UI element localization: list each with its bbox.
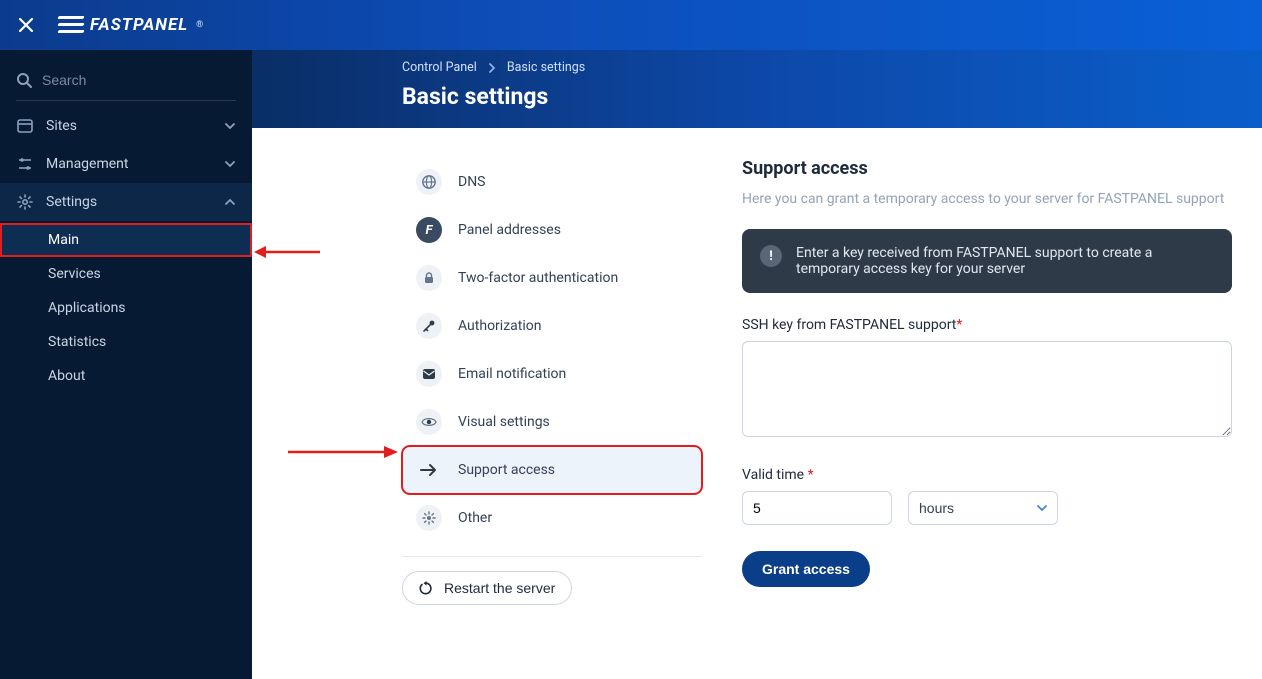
sidebar-item-label: Management: [46, 156, 128, 172]
search-row: [0, 64, 252, 100]
required-mark: *: [808, 467, 814, 483]
info-icon: !: [760, 245, 782, 267]
valid-time-label-text: Valid time: [742, 467, 804, 483]
breadcrumb: Control Panel Basic settings: [402, 60, 1262, 75]
sliders-icon: [16, 155, 34, 173]
tab-label: DNS: [458, 174, 486, 190]
section-title: Support access: [742, 158, 1232, 179]
ssh-key-label: SSH key from FASTPANEL support*: [742, 317, 1232, 333]
sidebar: Sites Management Settings: [0, 50, 252, 679]
tab-other[interactable]: Other: [402, 494, 702, 542]
restart-label: Restart the server: [444, 580, 555, 596]
tab-dns[interactable]: DNS: [402, 158, 702, 206]
subitem-statistics[interactable]: Statistics: [0, 325, 252, 359]
sites-icon: [16, 117, 34, 135]
lock-icon: [416, 265, 442, 291]
restart-server-button[interactable]: Restart the server: [402, 571, 572, 605]
tab-label: Visual settings: [458, 414, 550, 430]
sidebar-item-label: Sites: [46, 118, 77, 134]
tab-visual-settings[interactable]: Visual settings: [402, 398, 702, 446]
tab-authorization[interactable]: Authorization: [402, 302, 702, 350]
eye-icon: [416, 409, 442, 435]
gear-icon: [16, 193, 34, 211]
valid-time-input[interactable]: [742, 491, 892, 525]
support-access-panel: Support access Here you can grant a temp…: [742, 158, 1232, 659]
info-text: Enter a key received from FASTPANEL supp…: [796, 245, 1214, 277]
subitem-about[interactable]: About: [0, 359, 252, 393]
tab-label: Other: [458, 510, 492, 526]
chevron-right-icon: [487, 63, 497, 73]
search-input[interactable]: [42, 72, 236, 88]
tabs-divider: [402, 556, 702, 557]
valid-time-unit-select[interactable]: hours: [908, 491, 1058, 525]
settings-tabs: DNS F Panel addresses Two-factor authent…: [402, 158, 702, 659]
chevron-down-icon: [224, 158, 236, 170]
search-icon: [16, 72, 32, 88]
valid-time-label: Valid time *: [742, 467, 892, 483]
mail-icon: [416, 361, 442, 387]
tab-label: Authorization: [458, 318, 541, 334]
chevron-up-icon: [224, 196, 236, 208]
breadcrumb-current: Basic settings: [507, 60, 585, 75]
logo-bars-icon: [58, 16, 84, 34]
key-icon: [416, 313, 442, 339]
close-icon: [18, 17, 34, 33]
page-title: Basic settings: [402, 83, 1262, 110]
content: Control Panel Basic settings Basic setti…: [252, 50, 1262, 679]
tab-label: Email notification: [458, 366, 566, 382]
tab-support-access[interactable]: Support access: [402, 446, 702, 494]
required-mark: *: [956, 317, 962, 333]
top-bar: FASTPANEL ®: [0, 0, 1262, 50]
tab-email-notification[interactable]: Email notification: [402, 350, 702, 398]
ssh-key-input[interactable]: [742, 341, 1232, 437]
subitem-services[interactable]: Services: [0, 257, 252, 291]
brand-logo: FASTPANEL ®: [58, 15, 204, 35]
section-description: Here you can grant a temporary access to…: [742, 191, 1232, 207]
sidebar-item-management[interactable]: Management: [0, 145, 252, 183]
tab-two-factor[interactable]: Two-factor authentication: [402, 254, 702, 302]
search-divider: [16, 100, 236, 101]
panel-icon: F: [416, 217, 442, 243]
sidebar-item-sites[interactable]: Sites: [0, 107, 252, 145]
settings-subitems: Main Services Applications Statistics Ab…: [0, 221, 252, 395]
sidebar-item-settings[interactable]: Settings: [0, 183, 252, 221]
grant-access-button[interactable]: Grant access: [742, 551, 870, 587]
globe-icon: [416, 169, 442, 195]
ssh-key-label-text: SSH key from FASTPANEL support: [742, 317, 956, 333]
tab-panel-addresses[interactable]: F Panel addresses: [402, 206, 702, 254]
close-button[interactable]: [12, 11, 40, 39]
subitem-main[interactable]: Main: [0, 223, 252, 257]
header-band: Control Panel Basic settings Basic setti…: [252, 50, 1262, 128]
arrow-right-icon: [416, 457, 442, 483]
info-box: ! Enter a key received from FASTPANEL su…: [742, 229, 1232, 293]
chevron-down-icon: [224, 120, 236, 132]
brand-name: FASTPANEL: [90, 15, 188, 35]
gear-icon: [416, 505, 442, 531]
registered-mark: ®: [196, 20, 204, 30]
tab-label: Panel addresses: [458, 222, 561, 238]
tab-label: Support access: [458, 462, 555, 478]
sidebar-item-label: Settings: [46, 194, 97, 210]
subitem-applications[interactable]: Applications: [0, 291, 252, 325]
breadcrumb-root[interactable]: Control Panel: [402, 60, 477, 75]
restart-icon: [419, 581, 434, 596]
tab-label: Two-factor authentication: [458, 270, 618, 286]
